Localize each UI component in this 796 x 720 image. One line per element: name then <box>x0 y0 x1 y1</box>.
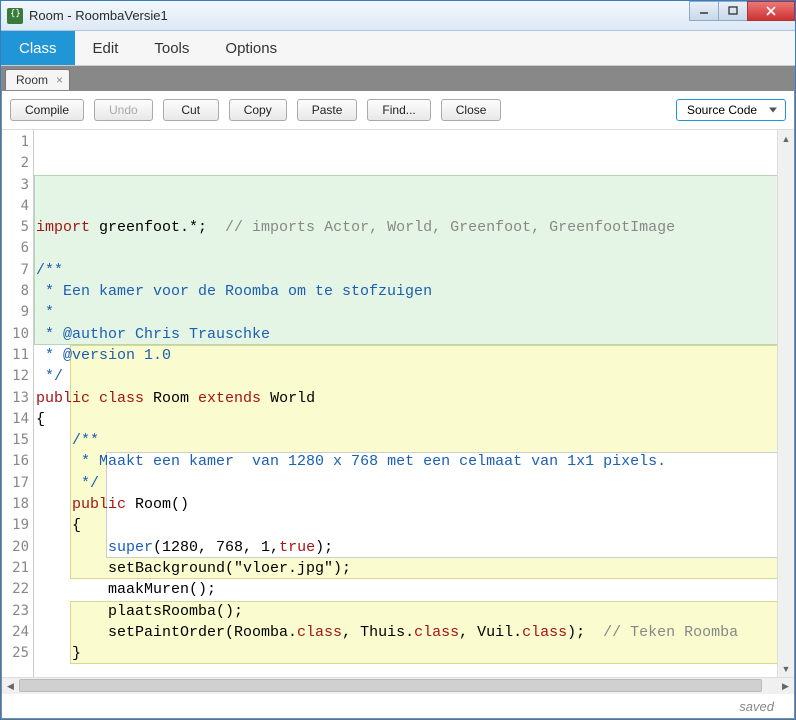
view-mode-label: Source Code <box>687 103 757 117</box>
code-area[interactable]: import greenfoot.*; // imports Actor, Wo… <box>34 130 794 677</box>
find-button[interactable]: Find... <box>367 99 430 121</box>
menu-edit[interactable]: Edit <box>75 31 137 65</box>
menubar: Class Edit Tools Options <box>1 31 795 66</box>
line-gutter: 1234567891011121314151617181920212223242… <box>2 130 34 677</box>
status-bar: saved <box>2 694 794 718</box>
cut-button[interactable]: Cut <box>163 99 219 121</box>
close-button[interactable]: Close <box>441 99 502 121</box>
compile-button[interactable]: Compile <box>10 99 84 121</box>
content-area: Compile Undo Cut Copy Paste Find... Clos… <box>1 90 795 719</box>
scroll-left-icon[interactable]: ◀ <box>2 681 19 692</box>
scroll-thumb[interactable] <box>19 679 762 692</box>
menu-options[interactable]: Options <box>207 31 295 65</box>
horizontal-scrollbar[interactable]: ◀ ▶ <box>2 677 794 694</box>
copy-button[interactable]: Copy <box>229 99 287 121</box>
maximize-button[interactable] <box>718 1 748 21</box>
window-controls <box>690 1 795 21</box>
window-close-button[interactable] <box>747 1 795 21</box>
editor[interactable]: 1234567891011121314151617181920212223242… <box>2 129 794 677</box>
file-tab-room[interactable]: Room × <box>5 69 70 90</box>
scroll-track[interactable] <box>19 678 777 694</box>
view-mode-select[interactable]: Source Code <box>676 99 786 121</box>
minimize-button[interactable] <box>689 1 719 21</box>
scroll-right-icon[interactable]: ▶ <box>777 681 794 692</box>
paste-button[interactable]: Paste <box>297 99 358 121</box>
undo-button[interactable]: Undo <box>94 99 153 121</box>
toolbar: Compile Undo Cut Copy Paste Find... Clos… <box>2 91 794 129</box>
menu-tools[interactable]: Tools <box>136 31 207 65</box>
menu-class[interactable]: Class <box>1 31 75 65</box>
window-title: Room - RoombaVersie1 <box>29 8 168 23</box>
status-text: saved <box>739 699 774 714</box>
file-tabbar: Room × <box>1 66 795 90</box>
scroll-up-icon[interactable]: ▲ <box>778 130 794 147</box>
close-tab-icon[interactable]: × <box>56 73 63 87</box>
window-titlebar: Room - RoombaVersie1 <box>1 1 795 31</box>
file-tab-label: Room <box>16 73 48 87</box>
app-icon <box>7 8 23 24</box>
